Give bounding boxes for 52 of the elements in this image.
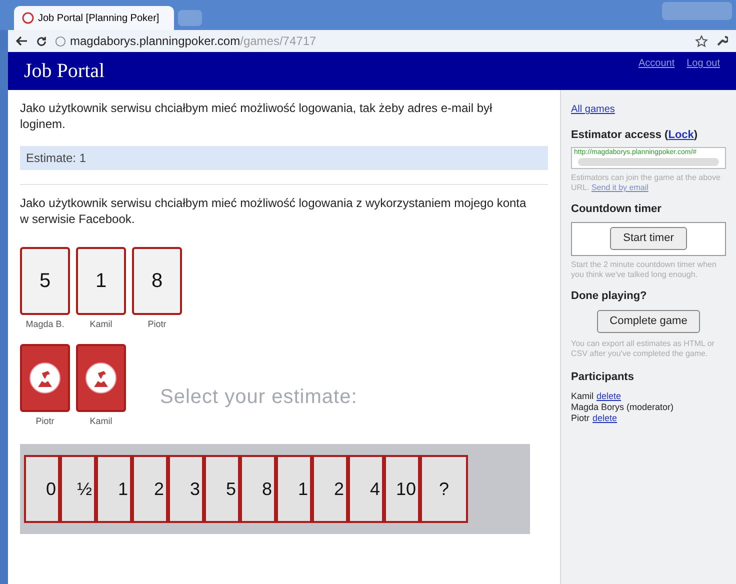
participant-name: Piotr bbox=[571, 413, 590, 424]
estimate-card: 1 bbox=[76, 247, 126, 315]
deck-card[interactable]: 10 bbox=[384, 455, 420, 523]
section-heading: ) bbox=[694, 128, 698, 143]
header-link[interactable]: Account bbox=[638, 56, 675, 71]
page-icon bbox=[55, 36, 66, 46]
voter-name: Kamil bbox=[90, 318, 112, 331]
browser-tab[interactable]: Job Portal [Planning Poker] bbox=[14, 6, 174, 30]
section-heading: Countdown timer bbox=[571, 202, 662, 217]
site-icon bbox=[22, 12, 34, 24]
done-note: You can export all estimates as HTML or CSV after you've completed the game. bbox=[571, 338, 716, 358]
back-icon[interactable] bbox=[16, 36, 28, 46]
deck-card[interactable]: 2 bbox=[132, 455, 168, 523]
estimate-card: 8 bbox=[132, 247, 182, 315]
voter-name: Magda B. bbox=[26, 318, 64, 331]
reload-icon[interactable] bbox=[36, 36, 47, 46]
story-text: Jako użytkownik serwisu chciałbym mieć możliwość logowania, tak żeby adres e-mail był loginem. bbox=[20, 100, 494, 132]
voter-name: Kamil bbox=[90, 414, 112, 428]
timer-note: Start the 2 minute countdown timer when you think we've talked long enough. bbox=[571, 260, 718, 280]
deck-card[interactable]: 5 bbox=[204, 455, 240, 523]
estimate-card: 5 bbox=[20, 247, 70, 315]
deck-card[interactable]: 1 bbox=[276, 455, 312, 523]
voter-name: Piotr bbox=[36, 414, 54, 428]
access-note: Estimators can join the game at the above URL. Send it by email bbox=[571, 173, 722, 193]
wrench-icon[interactable] bbox=[716, 35, 728, 47]
deck-card[interactable]: 8 bbox=[240, 455, 276, 523]
start-timer-button[interactable]: Start timer bbox=[610, 227, 687, 250]
deck-card[interactable]: 4 bbox=[348, 455, 384, 523]
complete-game-button[interactable]: Complete game bbox=[596, 310, 700, 332]
delete-link[interactable]: delete bbox=[596, 391, 622, 402]
lock-link[interactable]: Lock bbox=[668, 127, 694, 144]
delete-link[interactable]: delete bbox=[592, 413, 618, 424]
section-heading: Estimator access ( bbox=[571, 128, 668, 143]
all-games-link[interactable]: All games bbox=[571, 102, 726, 117]
deck-card[interactable]: ? bbox=[420, 455, 468, 523]
header-link[interactable]: Log out bbox=[686, 56, 720, 71]
participant-name: Magda Borys (moderator) bbox=[571, 402, 674, 413]
section-heading: Participants bbox=[571, 370, 635, 384]
tab-title: Job Portal [Planning Poker] bbox=[38, 12, 160, 26]
estimate-bar: Estimate: 1 bbox=[20, 146, 548, 170]
participant-name: Kamil bbox=[571, 391, 594, 402]
deck-card[interactable]: 0 bbox=[24, 455, 60, 523]
deck-card[interactable]: 2 bbox=[312, 455, 348, 523]
section-heading: Done playing? bbox=[571, 288, 648, 304]
voter-name: Piotr bbox=[148, 318, 166, 331]
select-prompt: Select your estimate: bbox=[160, 385, 358, 410]
deck-card[interactable]: 3 bbox=[168, 455, 204, 523]
deck-card[interactable]: ½ bbox=[60, 455, 96, 523]
site-title: Job Portal bbox=[24, 59, 105, 84]
deck-card[interactable]: 1 bbox=[96, 455, 132, 523]
star-icon[interactable] bbox=[695, 34, 708, 48]
story-text: Jako użytkownik serwisu chciałbym mieć możliwość logowania z wykorzystaniem mojego konta w serwisie Facebook. bbox=[20, 195, 528, 227]
